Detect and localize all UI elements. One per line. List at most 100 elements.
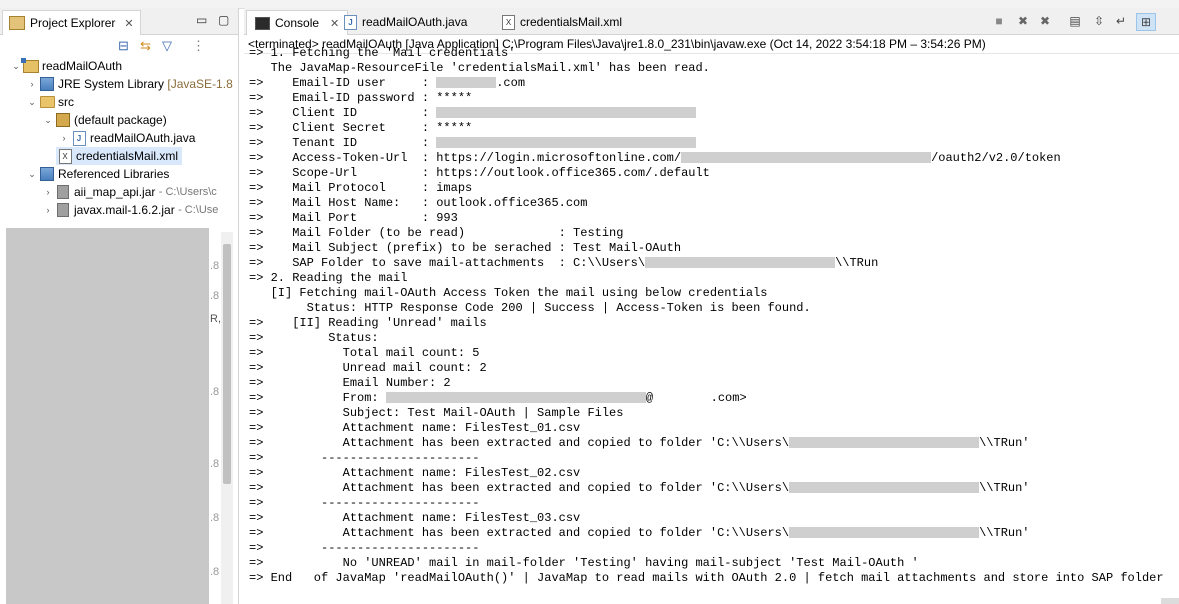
redacted-text [789, 527, 980, 539]
chevron-right-icon[interactable]: › [42, 205, 54, 215]
console-line: => Email-ID user : .com [249, 76, 1179, 91]
console-line-text: => From: [249, 391, 386, 405]
redacted-text [789, 482, 980, 494]
redacted-text [789, 437, 980, 449]
chevron-down-icon[interactable]: ⌄ [26, 169, 38, 180]
close-icon[interactable]: ✕ [124, 17, 133, 30]
view-menu-icon[interactable]: ⋮ [192, 38, 205, 54]
tree-item-label: src [58, 95, 74, 109]
scroll-lock-icon[interactable]: ⇳ [1090, 13, 1108, 29]
console-line: => Attachment name: FilesTest_03.csv [249, 511, 1179, 526]
console-line-text: => Attachment name: FilesTest_01.csv [249, 421, 581, 435]
chevron-right-icon[interactable]: › [26, 79, 38, 89]
console-line: => Client Secret : ***** [249, 121, 1179, 136]
console-line: The JavaMap-ResourceFile 'credentialsMai… [249, 61, 1179, 76]
tab-credentialsmail-xml[interactable]: X credentialsMail.xml [494, 10, 630, 34]
console-line-text: => Total mail count: 5 [249, 346, 480, 360]
tree-item-xml-file[interactable]: X credentialsMail.xml [56, 147, 183, 165]
library-icon [39, 77, 55, 91]
maximize-icon[interactable]: ▢ [218, 13, 229, 27]
link-with-editor-icon[interactable]: ⇆ [140, 38, 151, 54]
console-line-text: => End of JavaMap 'readMailOAuth()' | Ja… [249, 571, 1164, 585]
console-line: => Attachment has been extracted and cop… [249, 526, 1179, 541]
tree-item-sublabel: - C:\Users\c [158, 186, 217, 198]
filter-icon[interactable]: ▽ [162, 38, 172, 54]
console-line-text: => ---------------------- [249, 451, 480, 465]
console-line-text: The JavaMap-ResourceFile 'credentialsMai… [249, 61, 710, 75]
tab-project-explorer[interactable]: Project Explorer ✕ [2, 10, 141, 35]
tree-item-label: JRE System Library [58, 77, 165, 91]
jar-icon [55, 185, 71, 199]
clipped-text: .8 [210, 566, 220, 578]
pin-console-icon[interactable]: ⊞ [1136, 13, 1156, 31]
java-file-icon: J [344, 14, 357, 30]
console-line-text: => Email Number: 2 [249, 376, 451, 390]
java-file-icon: J [71, 130, 87, 146]
scrollbar-corner [1161, 598, 1179, 604]
xml-file-icon: X [57, 148, 73, 164]
console-line: [I] Fetching mail-OAuth Access Token the… [249, 286, 1179, 301]
console-line-text: => Attachment has been extracted and cop… [249, 436, 790, 450]
tree-item-java-file[interactable]: › J readMailOAuth.java [58, 129, 195, 147]
tree-item-project[interactable]: ⌄ readMailOAuth [10, 57, 122, 75]
word-wrap-icon[interactable]: ↵ [1112, 13, 1130, 29]
tree-item-jre-library[interactable]: › JRE System Library [JavaSE-1.8 [26, 75, 233, 93]
chevron-right-icon[interactable]: › [42, 187, 54, 197]
console-line-text: => Status: [249, 331, 379, 345]
console-line-text: => ---------------------- [249, 541, 480, 555]
console-line: => Attachment has been extracted and cop… [249, 481, 1179, 496]
console-line-text: => Attachment has been extracted and cop… [249, 481, 790, 495]
console-line-text: => Mail Host Name: : outlook.office365.c… [249, 196, 588, 210]
console-line-text: => Mail Port : 993 [249, 211, 458, 225]
console-tabbar: Console ✕ J readMailOAuth.java X credent… [244, 8, 1179, 35]
console-icon [255, 16, 270, 30]
console-line-suffix: \\TRun [835, 256, 879, 270]
console-line: => ---------------------- [249, 541, 1179, 556]
tab-console[interactable]: Console ✕ [246, 10, 349, 35]
minimize-icon[interactable]: ▭ [196, 13, 207, 27]
collapse-all-icon[interactable]: ⊟ [118, 38, 129, 54]
console-line-suffix: \\TRun' [979, 526, 1030, 540]
console-line-text: => No 'UNREAD' mail in mail-folder 'Test… [249, 556, 919, 570]
console-line-text: => 2. Reading the mail [249, 271, 408, 285]
console-line-suffix: /oauth2/v2.0/token [931, 151, 1061, 165]
terminate-icon[interactable]: ■ [990, 13, 1008, 29]
clear-console-icon[interactable]: ▤ [1066, 13, 1084, 29]
console-line-text: => Subject: Test Mail-OAuth | Sample Fil… [249, 406, 624, 420]
console-line: => 1. Fetching the 'Mail credentials' [249, 46, 1179, 61]
tree-item-label: readMailOAuth [42, 59, 123, 73]
console-line: => Mail Host Name: : outlook.office365.c… [249, 196, 1179, 211]
console-panel: Console ✕ J readMailOAuth.java X credent… [244, 8, 1179, 604]
remove-launch-icon[interactable]: ✖ [1014, 13, 1032, 29]
tree-item-referenced-libraries[interactable]: ⌄ Referenced Libraries [26, 165, 169, 183]
console-line-text: => Email-ID user : [249, 76, 437, 90]
tab-label: Console [275, 16, 320, 30]
console-line-text: => Access-Token-Url : https://login.micr… [249, 151, 682, 165]
project-explorer-icon [9, 16, 25, 30]
tree-item-src[interactable]: ⌄ src [26, 93, 74, 111]
tab-readmailoauth-java[interactable]: J readMailOAuth.java [336, 10, 475, 34]
console-line-suffix: @ .com> [645, 391, 747, 405]
redacted-text [645, 257, 836, 269]
console-line: => Mail Port : 993 [249, 211, 1179, 226]
project-explorer-panel: Project Explorer ✕ ▭ ▢ ⊟ ⇆ ▽ ⋮ ⌄ readMai… [0, 8, 239, 604]
chevron-right-icon[interactable]: › [58, 133, 70, 143]
source-folder-icon [39, 95, 55, 109]
remove-all-terminated-icon[interactable]: ✖ [1036, 13, 1054, 29]
tree-item-label: credentialsMail.xml [76, 149, 179, 163]
console-line: => Mail Folder (to be read) : Testing [249, 226, 1179, 241]
console-line: => ---------------------- [249, 451, 1179, 466]
tree-item-jar[interactable]: › javax.mail-1.6.2.jar - C:\Use [42, 201, 218, 219]
tree-item-label: (default package) [74, 113, 167, 127]
redacted-text [436, 107, 697, 119]
scrollbar-thumb[interactable] [223, 244, 231, 484]
chevron-down-icon[interactable]: ⌄ [42, 115, 54, 126]
console-line-text: => Mail Protocol : imaps [249, 181, 473, 195]
console-output[interactable]: => 1. Fetching the 'Mail credentials' Th… [244, 46, 1179, 586]
console-line-text: => Mail Subject (prefix) to be serached … [249, 241, 682, 255]
console-line: => Access-Token-Url : https://login.micr… [249, 151, 1179, 166]
redacted-text [436, 77, 497, 89]
tree-item-jar[interactable]: › aii_map_api.jar - C:\Users\c [42, 183, 217, 201]
chevron-down-icon[interactable]: ⌄ [26, 97, 38, 108]
tree-item-default-package[interactable]: ⌄ (default package) [42, 111, 167, 129]
